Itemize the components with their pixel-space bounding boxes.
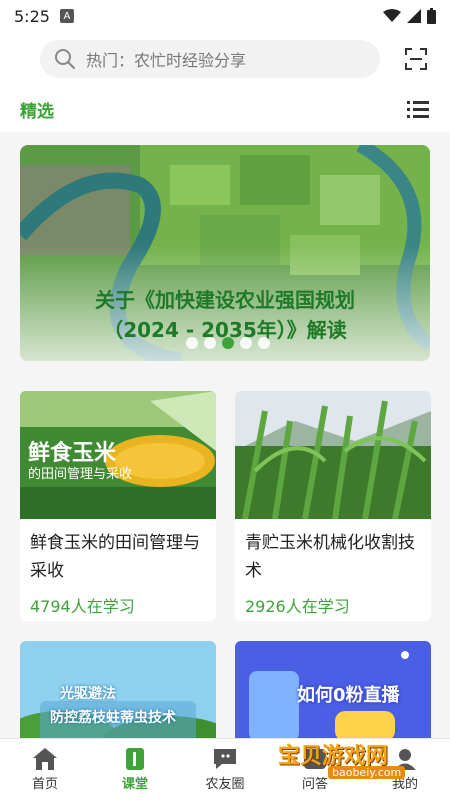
nav-item-home[interactable]: 首页 — [0, 739, 90, 800]
banner-caption-line1: 关于《加快建设农业强国规划 — [95, 288, 355, 312]
learner-count: 2926人在学习 — [245, 597, 350, 616]
carousel-dot[interactable] — [186, 337, 198, 349]
carousel-dot[interactable] — [204, 337, 216, 349]
cell-signal-icon — [407, 9, 421, 23]
book-icon — [126, 748, 144, 770]
thumbnail-subtitle: 防控荔枝蛀蒂虫技术 — [50, 710, 176, 726]
nav-item-classroom[interactable]: 课堂 — [90, 739, 180, 800]
notification-badge-icon: A — [59, 9, 74, 23]
carousel-dots — [186, 337, 270, 349]
chat-icon — [214, 749, 236, 769]
course-title: 青贮玉米机械化收割技术 — [245, 533, 415, 581]
nav-item-qa[interactable]: 问答 — [270, 739, 360, 800]
course-title: 鲜食玉米的田间管理与采收 — [30, 533, 200, 581]
home-icon — [33, 748, 57, 770]
nav-label: 我的 — [391, 777, 418, 792]
carousel-dot[interactable] — [258, 337, 270, 349]
search-row: 热门：农忙时经验分享 — [0, 32, 450, 86]
search-placeholder: 热门：农忙时经验分享 — [86, 51, 247, 70]
thumbnail-title: 如何0粉直播 — [297, 685, 400, 706]
course-thumbnail: 如何0粉直播 — [235, 641, 431, 751]
list-menu-icon — [407, 101, 429, 118]
scan-icon — [405, 48, 427, 70]
nav-label: 首页 — [31, 777, 58, 792]
search-icon — [55, 49, 75, 69]
battery-icon — [427, 8, 436, 24]
question-icon — [304, 749, 326, 769]
course-card[interactable]: 如何0粉直播 — [235, 641, 431, 751]
learner-count: 4794人在学习 — [30, 597, 135, 616]
tab-row: 精选 — [0, 86, 450, 132]
menu-button[interactable] — [406, 97, 430, 121]
orchard-thumbnail-image — [20, 641, 216, 751]
user-icon — [394, 749, 416, 770]
nav-item-profile[interactable]: 我的 — [360, 739, 450, 800]
corn-field-thumbnail-image — [235, 391, 431, 519]
thumbnail-title: 光驱避法 — [60, 686, 116, 702]
scan-button[interactable] — [402, 45, 430, 73]
status-icons — [383, 8, 436, 24]
course-thumbnail — [235, 391, 431, 519]
banner-caption: 关于《加快建设农业强国规划 （2024 - 2035年）》解读 — [20, 285, 430, 345]
carousel-dot-active[interactable] — [222, 337, 234, 349]
carousel-dot[interactable] — [240, 337, 252, 349]
search-input[interactable]: 热门：农忙时经验分享 — [40, 40, 380, 78]
thumbnail-subtitle: 的田间管理与采收 — [28, 467, 133, 482]
course-thumbnail: 光驱避法 防控荔枝蛀蒂虫技术 — [20, 641, 216, 751]
nav-item-community[interactable]: 农友圈 — [180, 739, 270, 800]
tab-featured[interactable]: 精选 — [20, 97, 54, 122]
nav-label: 问答 — [301, 777, 328, 792]
nav-label: 农友圈 — [205, 777, 245, 792]
course-card[interactable]: 光驱避法 防控荔枝蛀蒂虫技术 — [20, 641, 216, 751]
banner-carousel[interactable]: 关于《加快建设农业强国规划 （2024 - 2035年）》解读 — [20, 145, 430, 361]
wifi-icon — [383, 9, 401, 22]
status-bar: 5:25 A — [0, 0, 450, 32]
nav-label: 课堂 — [121, 777, 148, 792]
bottom-navigation: 首页 课堂 农友圈 问答 我的 — [0, 738, 450, 800]
course-card[interactable]: 青贮玉米机械化收割技术 2926人在学习 — [235, 391, 431, 621]
status-time: 5:25 — [14, 6, 50, 26]
course-thumbnail: 鲜食玉米 的田间管理与采收 — [20, 391, 216, 519]
course-card[interactable]: 鲜食玉米 的田间管理与采收 鲜食玉米的田间管理与采收 4794人在学习 — [20, 391, 216, 621]
